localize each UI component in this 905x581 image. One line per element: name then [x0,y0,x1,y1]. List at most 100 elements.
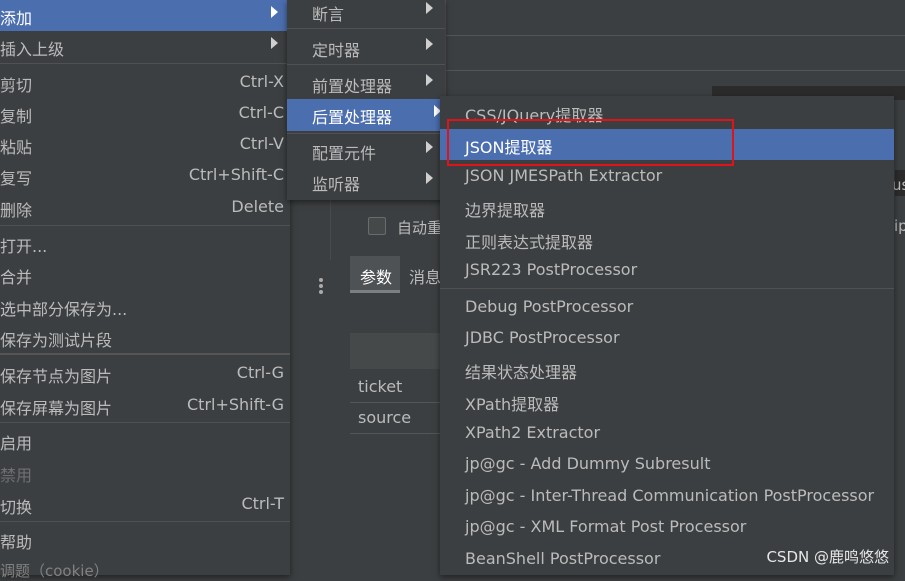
menu-item-add[interactable]: 添加 [0,0,290,31]
menu-item-label: 边界提取器 [465,201,546,220]
menu-item-open[interactable]: 打开... [0,228,290,259]
submenu-item-listener[interactable]: 监听器 [287,166,445,197]
tab-params-label: 参数 [360,268,393,287]
menu-item-toggle[interactable]: 切换 Ctrl-T [0,489,290,520]
menu-item-shortcut: Delete [231,197,284,216]
auto-redirect-checkbox[interactable] [368,217,386,235]
menu-item-label: XPath2 Extractor [465,423,601,442]
menu-item-label: 结果状态处理器 [465,363,578,382]
menu-item-label: JSR223 PostProcessor [465,260,638,279]
submenu-item-dummy-subresult[interactable]: jp@gc - Add Dummy Subresult [440,449,894,480]
menu-separator [0,225,290,226]
menu-item-shortcut: Ctrl-G [236,363,284,382]
menu-item-label: 定时器 [312,41,361,60]
menu-item-label: jp@gc - XML Format Post Processor [465,517,747,536]
submenu-arrow-icon [426,141,433,153]
menu-item-paste[interactable]: 粘贴 Ctrl-V [0,129,290,160]
menu-item-duplicate[interactable]: 复写 Ctrl+Shift-C [0,160,290,191]
submenu-item-config-element[interactable]: 配置元件 [287,135,445,166]
menu-item-shortcut: Ctrl+Shift-C [188,165,284,184]
divider [445,70,905,71]
menu-item-label: 打开... [0,237,48,256]
menu-item-cut[interactable]: 剪切 Ctrl-X [0,67,290,98]
param-name: ticket [358,377,403,396]
submenu-item-inter-thread-communication[interactable]: jp@gc - Inter-Thread Communication PostP… [440,481,894,512]
menu-separator [0,422,290,423]
menu-item-label: 监听器 [312,175,361,194]
submenu-arrow-icon [426,38,433,50]
menu-item-enable[interactable]: 启用 [0,425,290,456]
menu-item-label: 后置处理器 [312,108,393,127]
annotation-highlight-box [447,119,734,166]
menu-item-label: 合并 [0,268,33,287]
menu-item-label: 正则表达式提取器 [465,233,594,252]
submenu-arrow-icon [426,172,433,184]
table-row[interactable]: ticket [350,372,440,403]
menu-item-help[interactable]: 帮助 [0,524,290,555]
table-header [350,333,440,369]
menu-item-label: 帮助 [0,533,33,552]
menu-item-label: 剪切 [0,76,33,95]
menu-item-save-screen-image[interactable]: 保存屏幕为图片 Ctrl+Shift-G [0,390,290,421]
menu-item-insert-parent[interactable]: 插入上级 [0,31,290,62]
menu-separator [287,28,445,29]
menu-item-label: Debug PostProcessor [465,297,634,316]
submenu-item-xpath-extractor[interactable]: XPath提取器 [440,386,894,417]
drag-handle-icon[interactable] [319,276,323,296]
menu-item-label: 添加 [0,9,33,28]
submenu-arrow-icon [271,6,278,18]
submenu-arrow-icon [271,37,278,49]
menu-item-copy[interactable]: 复制 Ctrl-C [0,98,290,129]
submenu-item-assertion[interactable]: 断言 [287,0,445,27]
menu-item-label: 断言 [312,5,345,24]
menu-item-merge[interactable]: 合并 [0,259,290,290]
menu-item-save-selection[interactable]: 选中部分保存为... [0,291,290,322]
menu-item-label: XPath提取器 [465,395,560,414]
submenu-item-post-processor[interactable]: 后置处理器 [287,99,445,131]
submenu-item-timer[interactable]: 定时器 [287,32,445,63]
menu-item-label: 复制 [0,107,33,126]
watermark: CSDN @鹿鸣悠悠 [766,548,889,566]
partial-label: ip [894,217,905,235]
submenu-item-boundary-extractor[interactable]: 边界提取器 [440,192,894,223]
submenu-item-debug-postprocessor[interactable]: Debug PostProcessor [440,292,894,323]
menu-item-delete[interactable]: 删除 Delete [0,192,290,223]
tab-message-label[interactable]: 消息 [409,264,441,288]
menu-separator [0,353,290,355]
menu-item-label: JDBC PostProcessor [465,328,620,347]
menu-item-disable: 禁用 [0,457,290,488]
menu-item-label: 保存屏幕为图片 [0,399,113,418]
menu-item-save-fragment[interactable]: 保存为测试片段 [0,322,290,353]
add-submenu: 断言 定时器 前置处理器 后置处理器 配置元件 监听器 [287,0,445,200]
divider [445,35,905,36]
tab-params[interactable]: 参数 [350,256,400,292]
submenu-item-xpath2-extractor[interactable]: XPath2 Extractor [440,418,894,449]
menu-separator [287,64,445,65]
menu-item-label: 插入上级 [0,40,65,59]
menu-item-label: 切换 [0,498,33,517]
submenu-item-result-status-handler[interactable]: 结果状态处理器 [440,354,894,385]
submenu-item-pre-processor[interactable]: 前置处理器 [287,68,445,99]
menu-item-label: 删除 [0,201,33,220]
menu-item-label: jp@gc - Add Dummy Subresult [465,454,711,473]
submenu-item-jsr223-postprocessor[interactable]: JSR223 PostProcessor [440,255,894,286]
post-processor-submenu: CSS/JQuery提取器 JSON提取器 JSON JMESPath Extr… [440,96,894,575]
menu-item-label: BeanShell PostProcessor [465,549,661,568]
menu-separator [0,521,290,522]
tree-node-label: 调题（cookie） [0,562,109,580]
menu-item-label: 保存节点为图片 [0,367,113,386]
context-menu: 添加 插入上级 剪切 Ctrl-X 复制 Ctrl-C 粘贴 Ctrl-V 复写… [0,0,290,580]
menu-item-label: JSON JMESPath Extractor [465,166,663,185]
menu-item-shortcut: Ctrl-X [239,72,284,91]
auto-redirect-label: 自动重 [397,219,443,237]
submenu-item-jdbc-postprocessor[interactable]: JDBC PostProcessor [440,323,894,354]
submenu-item-xml-format-post-processor[interactable]: jp@gc - XML Format Post Processor [440,512,894,543]
menu-item-label: 禁用 [0,466,33,485]
table-row[interactable]: source [350,403,440,434]
menu-item-save-node-image[interactable]: 保存节点为图片 Ctrl-G [0,358,290,389]
submenu-item-regex-extractor[interactable]: 正则表达式提取器 [440,224,894,255]
menu-item-shortcut: Ctrl-C [238,103,284,122]
menu-item-shortcut: Ctrl-V [239,134,284,153]
menu-item-label: jp@gc - Inter-Thread Communication PostP… [465,486,875,505]
divider [445,0,446,110]
